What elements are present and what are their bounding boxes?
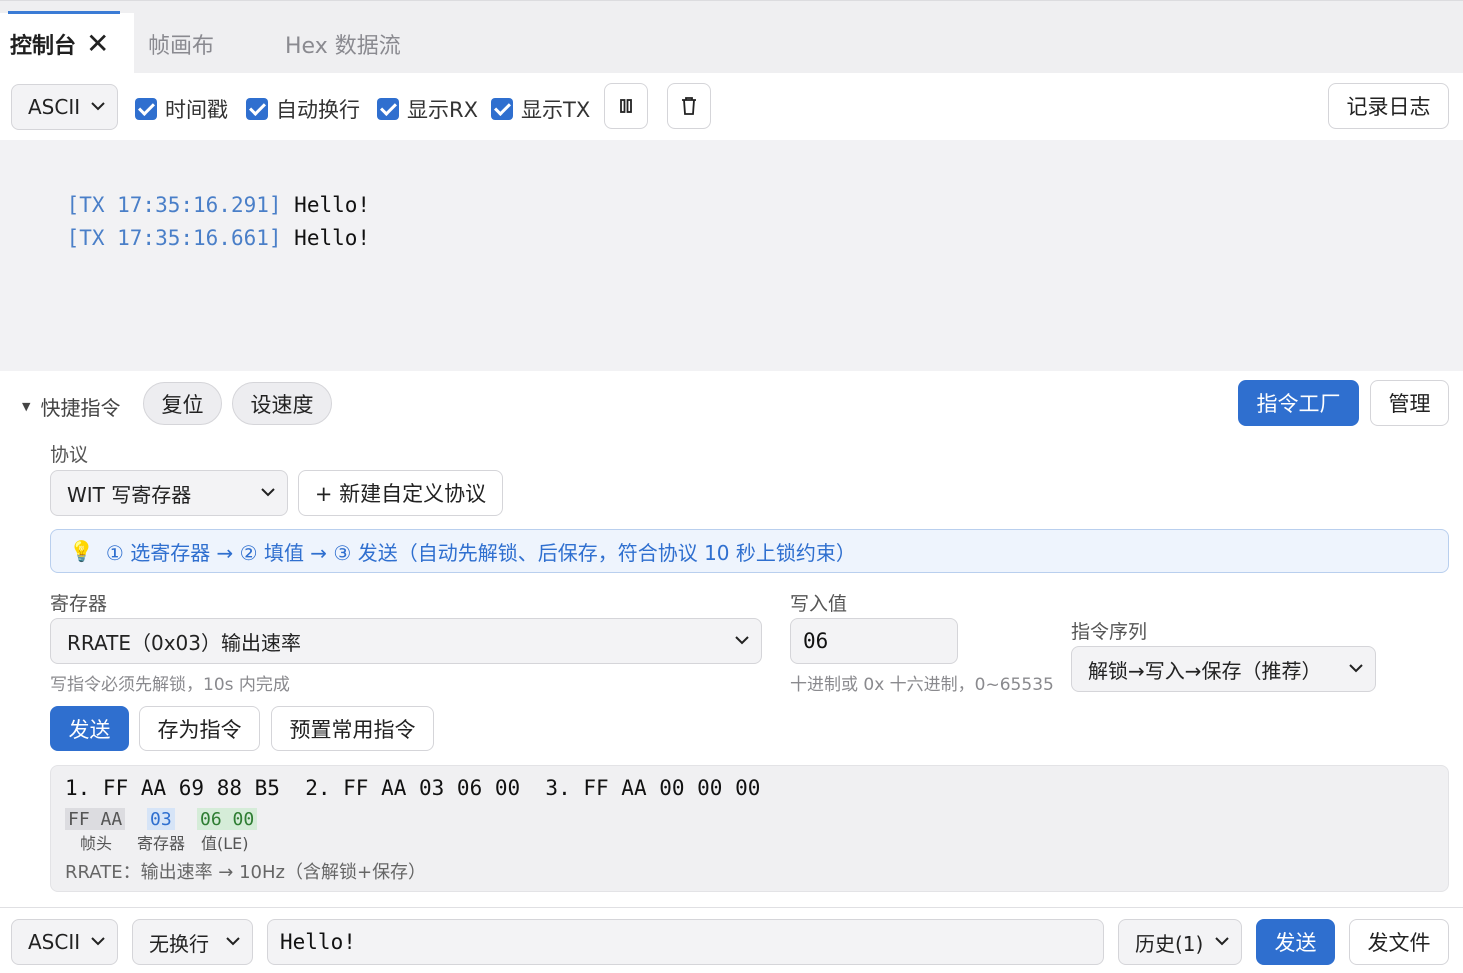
line-ending-select[interactable]: 无换行 bbox=[132, 919, 253, 965]
write-value-input[interactable]: 06 bbox=[790, 618, 958, 664]
command-summary: RRATE：输出速率 → 10Hz（含解锁+保存） bbox=[65, 862, 427, 883]
log-text: Hello! bbox=[294, 193, 371, 217]
encoding-select-value: ASCII bbox=[28, 95, 81, 119]
send-button[interactable]: 发送 bbox=[1256, 919, 1335, 965]
record-log-label: 记录日志 bbox=[1346, 95, 1431, 119]
line-ending-value: 无换行 bbox=[149, 931, 209, 956]
trash-icon bbox=[682, 97, 696, 115]
register-select-value: RRATE（0x03）输出速率 bbox=[67, 630, 301, 655]
new-custom-protocol-button[interactable]: + 新建自定义协议 bbox=[298, 470, 503, 516]
chevron-down-icon bbox=[1215, 937, 1229, 946]
pause-icon bbox=[620, 99, 632, 113]
record-log-button[interactable]: 记录日志 bbox=[1328, 83, 1449, 129]
chevron-down-icon bbox=[735, 636, 749, 645]
preset-commands-label: 预置常用指令 bbox=[289, 717, 416, 742]
quick-command-set-speed[interactable]: 设速度 bbox=[232, 382, 332, 425]
show-rx-checkbox-label: 显示RX bbox=[407, 98, 478, 122]
protocol-label: 协议 bbox=[50, 444, 89, 466]
show-tx-checkbox-label: 显示TX bbox=[521, 98, 591, 122]
clear-button[interactable] bbox=[667, 83, 711, 129]
byte-chip-register: 03 bbox=[147, 808, 175, 830]
save-as-command-label: 存为指令 bbox=[157, 717, 242, 742]
write-value-hint: 十进制或 0x 十六进制，0~65535 bbox=[790, 675, 1054, 695]
quick-commands-label: 快捷指令 bbox=[40, 396, 121, 420]
command-factory-button[interactable]: 指令工厂 bbox=[1238, 380, 1359, 426]
register-select[interactable]: RRATE（0x03）输出速率 bbox=[50, 618, 762, 664]
quick-command-label: 复位 bbox=[161, 392, 204, 417]
tab-frame-canvas-label: 帧画布 bbox=[148, 33, 215, 59]
log-prefix: [TX 17:35:16.291] bbox=[66, 193, 282, 217]
close-icon[interactable]: ✕ bbox=[86, 27, 109, 60]
checkbox-checked-icon bbox=[135, 98, 157, 120]
byte-chip-value-label: 值(LE) bbox=[201, 834, 249, 853]
register-label: 寄存器 bbox=[50, 593, 108, 615]
quick-commands-toggle[interactable]: ▼ 快捷指令 bbox=[22, 392, 120, 421]
tab-frame-canvas[interactable]: 帧画布 bbox=[148, 13, 214, 74]
new-custom-protocol-label: + 新建自定义协议 bbox=[314, 482, 487, 506]
auto-wrap-checkbox[interactable]: 自动换行 bbox=[246, 94, 360, 124]
protocol-select[interactable]: WIT 写寄存器 bbox=[50, 470, 288, 516]
quick-command-label: 设速度 bbox=[250, 392, 314, 417]
timestamp-checkbox-label: 时间戳 bbox=[165, 98, 228, 122]
tab-bar: 控制台 ✕ 帧画布 Hex 数据流 bbox=[0, 0, 1463, 74]
checkbox-checked-icon bbox=[491, 98, 513, 120]
encoding-select[interactable]: ASCII bbox=[11, 84, 118, 130]
sequence-select-value: 解锁→写入→保存（推荐） bbox=[1088, 658, 1322, 683]
command-sequence-bytes: 1. FF AA 69 88 B5 2. FF AA 03 06 00 3. F… bbox=[65, 776, 761, 800]
byte-chip-value: 06 00 bbox=[197, 808, 258, 830]
chevron-down-icon bbox=[91, 102, 105, 111]
send-command-label: 发送 bbox=[68, 717, 111, 742]
auto-wrap-checkbox-label: 自动换行 bbox=[276, 98, 360, 122]
byte-chip-header: FF AA bbox=[65, 808, 126, 830]
manage-label: 管理 bbox=[1388, 392, 1431, 416]
write-value-label: 写入值 bbox=[790, 593, 848, 615]
pause-button[interactable] bbox=[604, 83, 648, 129]
byte-chip-register-label: 寄存器 bbox=[137, 834, 186, 853]
write-value-text: 06 bbox=[803, 629, 829, 653]
chevron-down-icon bbox=[91, 937, 105, 946]
log-line: [TX 17:35:16.291] Hello! bbox=[16, 156, 1447, 217]
tip-text: ① 选寄存器 → ② 填值 → ③ 发送（自动先解锁、后保存，符合协议 10 秒… bbox=[105, 540, 856, 565]
checkbox-checked-icon bbox=[246, 98, 268, 120]
tab-hex-stream-label: Hex 数据流 bbox=[285, 33, 401, 59]
sequence-label: 指令序列 bbox=[1071, 621, 1148, 643]
byte-chip-header-label: 帧头 bbox=[80, 834, 113, 853]
show-rx-checkbox[interactable]: 显示RX bbox=[377, 94, 478, 124]
console-output[interactable]: [TX 17:35:16.291] Hello! [TX 17:35:16.66… bbox=[0, 140, 1463, 371]
send-file-label: 发文件 bbox=[1367, 931, 1431, 955]
register-hint: 写指令必须先解锁，10s 内完成 bbox=[50, 675, 290, 695]
send-encoding-value: ASCII bbox=[28, 930, 81, 954]
send-input[interactable]: Hello! bbox=[267, 919, 1104, 965]
command-factory-label: 指令工厂 bbox=[1256, 392, 1341, 416]
chevron-down-icon bbox=[261, 488, 275, 497]
save-as-command-button[interactable]: 存为指令 bbox=[139, 706, 260, 751]
history-select[interactable]: 历史(1) bbox=[1118, 919, 1242, 965]
quick-command-reset[interactable]: 复位 bbox=[143, 382, 222, 425]
protocol-select-value: WIT 写寄存器 bbox=[67, 482, 192, 507]
send-command-button[interactable]: 发送 bbox=[50, 706, 129, 751]
checkbox-checked-icon bbox=[377, 98, 399, 120]
tip-banner: 💡 ① 选寄存器 → ② 填值 → ③ 发送（自动先解锁、后保存，符合协议 10… bbox=[50, 529, 1449, 573]
show-tx-checkbox[interactable]: 显示TX bbox=[491, 94, 590, 124]
send-button-label: 发送 bbox=[1274, 931, 1317, 955]
sequence-select[interactable]: 解锁→写入→保存（推荐） bbox=[1071, 646, 1376, 692]
chevron-down-icon bbox=[1349, 664, 1363, 673]
manage-button[interactable]: 管理 bbox=[1370, 380, 1449, 426]
triangle-down-icon: ▼ bbox=[22, 400, 31, 413]
preset-commands-button[interactable]: 预置常用指令 bbox=[271, 706, 434, 751]
log-text: Hello! bbox=[294, 226, 371, 250]
chevron-down-icon bbox=[226, 937, 240, 946]
timestamp-checkbox[interactable]: 时间戳 bbox=[135, 94, 228, 124]
log-prefix: [TX 17:35:16.661] bbox=[66, 226, 282, 250]
command-preview: 1. FF AA 69 88 B5 2. FF AA 03 06 00 3. F… bbox=[50, 765, 1449, 892]
send-encoding-select[interactable]: ASCII bbox=[11, 919, 118, 965]
lightbulb-icon: 💡 bbox=[69, 539, 94, 563]
tab-console[interactable]: 控制台 ✕ bbox=[0, 11, 134, 74]
send-input-text: Hello! bbox=[280, 930, 356, 954]
tab-console-label: 控制台 bbox=[10, 33, 77, 59]
send-file-button[interactable]: 发文件 bbox=[1349, 919, 1449, 965]
tab-hex-stream[interactable]: Hex 数据流 bbox=[285, 13, 401, 74]
history-select-value: 历史(1) bbox=[1135, 931, 1204, 956]
